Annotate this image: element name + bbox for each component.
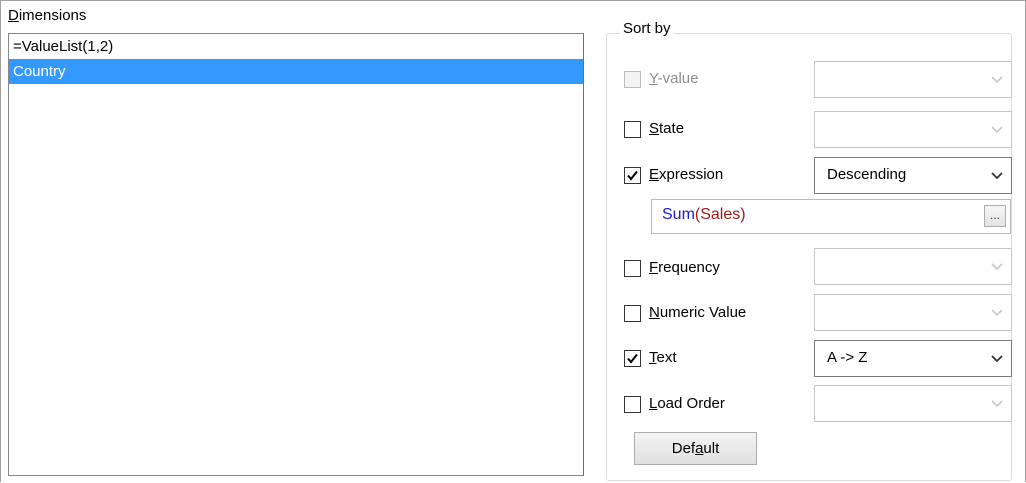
frequency-label[interactable]: Frequency <box>649 256 720 280</box>
sort-option-expression[interactable]: Expression <box>624 163 723 187</box>
expression-formula: Sum(Sales) <box>662 206 746 224</box>
expression-browse-button[interactable]: ... <box>984 205 1006 227</box>
text-order-value: A -> Z <box>827 349 868 366</box>
chevron-down-icon <box>991 400 1003 408</box>
numeric-value-dropdown <box>814 294 1012 331</box>
sort-by-title: Sort by <box>620 20 674 37</box>
state-dropdown <box>814 111 1012 148</box>
expression-order-dropdown[interactable]: Descending <box>814 157 1012 194</box>
state-checkbox[interactable] <box>624 120 641 138</box>
sort-option-numeric-value[interactable]: Numeric Value <box>624 301 746 325</box>
load-order-checkbox[interactable] <box>624 395 641 413</box>
sort-option-text[interactable]: Text <box>624 346 677 370</box>
formula-argument: Sales <box>700 206 741 223</box>
checkmark-icon <box>627 353 638 364</box>
sort-panel: Dimensions =ValueList(1,2) Country Sort … <box>8 4 1012 481</box>
text-order-dropdown[interactable]: A -> Z <box>814 340 1012 377</box>
list-item[interactable]: Country <box>9 59 583 84</box>
chevron-down-icon <box>991 76 1003 84</box>
chevron-down-icon <box>991 126 1003 134</box>
sort-option-state[interactable]: State <box>624 117 684 141</box>
chevron-down-icon <box>991 263 1003 271</box>
expression-input[interactable]: Sum(Sales) ... <box>651 199 1011 234</box>
numeric-value-checkbox[interactable] <box>624 304 641 322</box>
y-value-label: Y-value <box>649 70 699 87</box>
y-value-checkbox <box>624 70 641 88</box>
y-value-dropdown <box>814 61 1012 98</box>
load-order-label[interactable]: Load Order <box>649 392 725 416</box>
expression-label[interactable]: Expression <box>649 163 723 187</box>
state-label[interactable]: State <box>649 117 684 141</box>
chevron-down-icon <box>991 172 1003 180</box>
dimensions-label: Dimensions <box>8 7 86 24</box>
default-button[interactable]: Default <box>634 432 757 465</box>
chevron-down-icon <box>991 309 1003 317</box>
text-label[interactable]: Text <box>649 346 677 370</box>
list-item[interactable]: =ValueList(1,2) <box>9 34 583 59</box>
sort-option-load-order[interactable]: Load Order <box>624 392 725 416</box>
formula-function: Sum <box>662 206 695 223</box>
dimensions-label-rest: imensions <box>18 7 87 24</box>
dimensions-label-mnemonic: D <box>8 7 19 24</box>
dimensions-list[interactable]: =ValueList(1,2) Country <box>8 33 584 476</box>
default-button-label: Default <box>671 440 720 457</box>
checkmark-icon <box>627 170 638 181</box>
expression-order-value: Descending <box>827 166 907 183</box>
frequency-checkbox[interactable] <box>624 259 641 277</box>
frequency-dropdown <box>814 248 1012 285</box>
expression-checkbox[interactable] <box>624 166 641 184</box>
sort-option-frequency[interactable]: Frequency <box>624 256 720 280</box>
text-checkbox[interactable] <box>624 349 641 367</box>
formula-close-paren: ) <box>740 206 746 223</box>
sort-option-y-value: Y-value <box>624 67 699 91</box>
chevron-down-icon <box>991 355 1003 363</box>
numeric-value-label[interactable]: Numeric Value <box>649 301 746 325</box>
load-order-dropdown <box>814 385 1012 422</box>
